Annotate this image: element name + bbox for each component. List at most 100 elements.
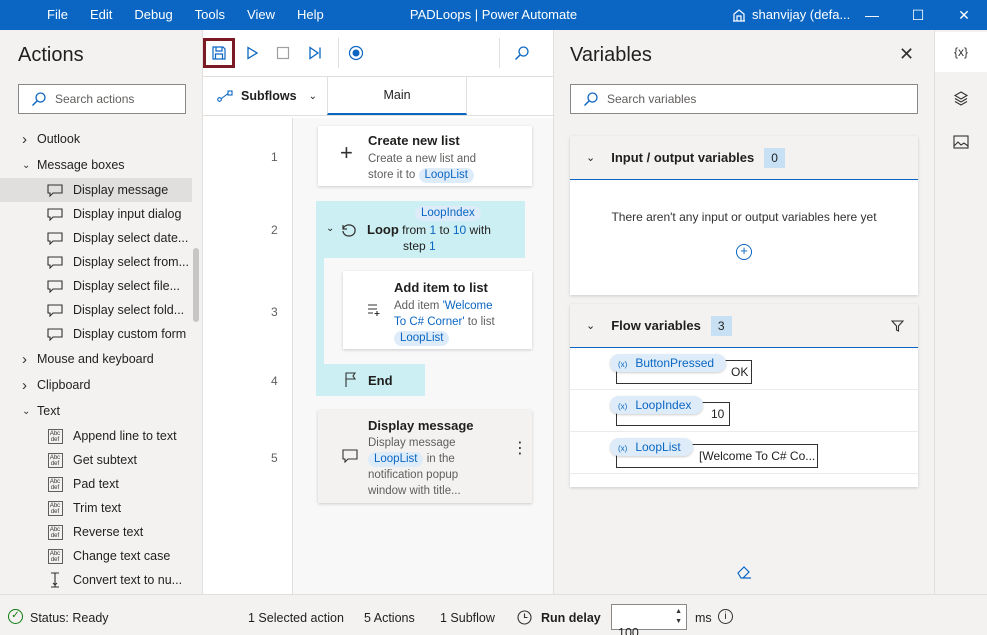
io-variables-title: Input / output variables [611, 150, 755, 165]
tree-action-item[interactable]: Display select date... [0, 226, 192, 250]
step-create-new-list[interactable]: + Create new list Create a new list and … [318, 126, 532, 186]
search-flow-button[interactable] [506, 38, 538, 68]
tree-label: Append line to text [73, 429, 177, 443]
play-icon [247, 46, 259, 60]
tree-action-item[interactable]: Display select file... [0, 274, 192, 298]
step-title: Display message [368, 418, 474, 433]
flow-variable-row[interactable]: 10 (x) LoopIndex [570, 390, 918, 432]
flow-designer: Subflows ⌄ Main 1 2 3 4 5 + Create new l… [203, 30, 554, 594]
menu-view[interactable]: View [236, 0, 286, 30]
variable-chip: LoopList [368, 452, 424, 467]
step-display-message[interactable]: Display message Display message LoopList… [318, 410, 532, 503]
run-delay-unit: ms [695, 611, 712, 625]
message-box-icon [46, 327, 64, 341]
step-loop[interactable]: LoopIndex ⌄ Loop from 1 to 10 with step … [316, 201, 525, 258]
close-icon[interactable]: ✕ [899, 44, 914, 65]
filter-icon[interactable] [891, 320, 904, 332]
message-box-icon [46, 279, 64, 293]
flow-variable-row[interactable]: [Welcome To C# Co... (x) LoopList [570, 432, 918, 474]
variable-chip[interactable]: (x) LoopIndex [610, 396, 704, 414]
designer-toolbar [203, 30, 553, 74]
run-delay-input[interactable]: 100 ▲ ▼ [611, 604, 687, 635]
toolbar-divider [338, 38, 339, 68]
run-delay-label: Run delay [541, 611, 601, 625]
variable-chip: LoopIndex [415, 206, 481, 221]
actions-scrollbar[interactable] [193, 248, 199, 322]
tree-action-item[interactable]: Abc def Trim text [0, 496, 192, 520]
flow-variable-row[interactable]: OK (x) ButtonPressed [570, 348, 918, 390]
eraser-icon[interactable] [736, 565, 752, 579]
next-action-button[interactable] [299, 38, 331, 68]
menu-help[interactable]: Help [286, 0, 335, 30]
tree-action-item[interactable]: Abc def Pad text [0, 472, 192, 496]
step-end[interactable]: End [316, 364, 425, 396]
tree-label: Message boxes [37, 158, 125, 172]
message-box-icon [46, 207, 64, 221]
record-button[interactable] [340, 38, 372, 68]
more-options-icon[interactable]: ⋮ [512, 441, 528, 457]
images-rail-button[interactable] [935, 122, 987, 162]
loop-from: 1 [429, 223, 437, 237]
spinner-icon[interactable]: ▲ ▼ [675, 607, 682, 627]
chevron-right-icon: › [22, 376, 27, 394]
tree-group[interactable]: › Clipboard [0, 372, 192, 398]
menu-file[interactable]: File [36, 0, 79, 30]
variable-chip: LoopList [394, 331, 450, 346]
menu-debug[interactable]: Debug [123, 0, 183, 30]
chevron-right-icon: › [22, 134, 27, 148]
subflows-dropdown[interactable]: Subflows ⌄ [203, 77, 327, 115]
menu-tools[interactable]: Tools [184, 0, 236, 30]
step-value: 'Welcome [442, 300, 493, 312]
variable-name: LoopIndex [635, 398, 692, 412]
tree-action-item[interactable]: Display custom form [0, 322, 192, 346]
tree-action-item[interactable]: Convert text to nu... [0, 568, 192, 592]
step-desc-line: Display message [368, 437, 456, 449]
designer-tabs: Subflows ⌄ Main [203, 76, 554, 116]
tree-action-item[interactable]: Display select fold... [0, 298, 192, 322]
tree-action-item[interactable]: Abc def Change text case [0, 544, 192, 568]
tree-group[interactable]: › Mouse and keyboard [0, 346, 192, 372]
io-variables-header[interactable]: ⌄ Input / output variables 0 [570, 136, 918, 180]
chevron-down-icon: ⌄ [22, 405, 31, 417]
close-window-icon[interactable]: ✕ [941, 0, 987, 30]
flow-variables-header[interactable]: ⌄ Flow variables 3 [570, 304, 918, 348]
tree-action-item[interactable]: Abc def Append line to text [0, 424, 192, 448]
tree-action-item[interactable]: Abc def Get subtext [0, 448, 192, 472]
tree-label: Convert text to nu... [73, 573, 183, 587]
save-button[interactable] [203, 38, 235, 68]
loop-text: step [403, 239, 426, 253]
tree-label: Mouse and keyboard [37, 352, 154, 366]
minimize-icon[interactable]: — [849, 0, 895, 30]
tree-action-item[interactable]: Display select from... [0, 250, 192, 274]
search-actions-input[interactable]: Search actions [18, 84, 186, 114]
variables-rail-button[interactable]: {x} [935, 32, 987, 72]
search-variables-placeholder: Search variables [607, 92, 697, 106]
flow-canvas: 1 2 3 4 5 + Create new list Create a new… [203, 118, 553, 594]
ui-elements-rail-button[interactable] [935, 78, 987, 118]
step-title: Add item to list [394, 280, 488, 295]
chevron-down-icon: ⌄ [308, 90, 317, 102]
tree-action-item[interactable]: Display message [0, 178, 192, 202]
menu-edit[interactable]: Edit [79, 0, 123, 30]
add-variable-icon[interactable]: + [736, 244, 752, 260]
search-variables-input[interactable]: Search variables [570, 84, 918, 114]
tree-label: Reverse text [73, 525, 144, 539]
info-icon[interactable]: i [718, 609, 733, 624]
run-button[interactable] [236, 38, 268, 68]
tree-action-item[interactable]: Abc def Reverse text [0, 520, 192, 544]
step-description: Add item 'Welcome To C# Corner' to list … [394, 298, 495, 346]
maximize-icon[interactable]: ☐ [895, 0, 941, 30]
tree-group[interactable]: ⌄ Text [0, 398, 192, 424]
loop-step: 1 [429, 239, 436, 253]
step-add-item-to-list[interactable]: Add item to list Add item 'Welcome To C#… [343, 271, 532, 349]
variable-chip[interactable]: (x) LoopList [610, 438, 693, 456]
stop-button[interactable] [267, 38, 299, 68]
search-icon [584, 92, 598, 106]
tree-action-item[interactable]: Display input dialog [0, 202, 192, 226]
user-account[interactable]: shanvijay (defa... [732, 0, 850, 30]
actions-pane: Actions Search actions › Outlook ⌄ Message … [0, 30, 203, 594]
tree-group[interactable]: ⌄ Message boxes [0, 152, 192, 178]
variable-chip[interactable]: (x) ButtonPressed [610, 354, 727, 372]
tree-group[interactable]: › Outlook [0, 134, 192, 152]
tab-main[interactable]: Main [327, 77, 467, 115]
